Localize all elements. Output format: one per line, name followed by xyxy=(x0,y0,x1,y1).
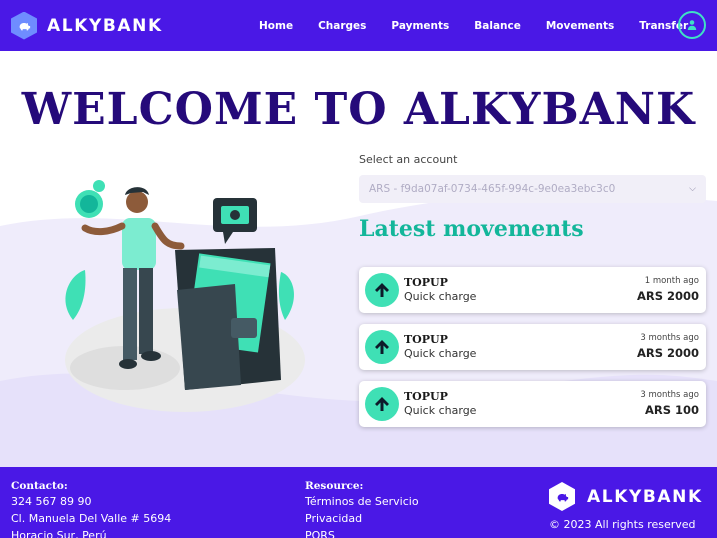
latest-movements-title: Latest movements xyxy=(359,216,584,242)
movement-time: 3 months ago xyxy=(640,390,699,400)
footer-contact: Contacto: 324 567 89 90 Cl. Manuela Del … xyxy=(11,480,171,538)
footer-phone: 324 567 89 90 xyxy=(11,495,92,508)
movement-description: Quick charge xyxy=(404,347,477,360)
arrow-up-icon xyxy=(365,330,399,364)
footer-brand: ALKYBANK xyxy=(549,482,703,511)
nav-links: Home Charges Payments Balance Movements … xyxy=(259,0,713,51)
account-select-label: Select an account xyxy=(359,153,458,166)
footer-brand-name: ALKYBANK xyxy=(587,486,703,507)
account-select-value: ARS - f9da07af-0734-465f-994c-9e0ea3ebc3… xyxy=(369,183,616,195)
movement-card[interactable]: TOPUP Quick charge 3 months ago ARS 100 xyxy=(359,381,706,427)
footer-link-pqrs[interactable]: PQRS xyxy=(305,527,419,538)
footer-resources: Resource: Términos de Servicio Privacida… xyxy=(305,480,419,538)
footer-address: Cl. Manuela Del Valle # 5694 xyxy=(11,512,172,525)
user-avatar-button[interactable] xyxy=(678,11,706,39)
movement-card[interactable]: TOPUP Quick charge 3 months ago ARS 2000 xyxy=(359,324,706,370)
top-navbar: ALKYBANK Home Charges Payments Balance M… xyxy=(0,0,717,51)
footer-resources-heading: Resource: xyxy=(305,480,364,492)
movement-amount: ARS 2000 xyxy=(636,289,699,303)
brand-logo[interactable]: ALKYBANK xyxy=(11,11,163,40)
movement-amount: ARS 100 xyxy=(644,403,699,417)
account-select[interactable]: ARS - f9da07af-0734-465f-994c-9e0ea3ebc3… xyxy=(359,175,706,203)
movement-card[interactable]: TOPUP Quick charge 1 month ago ARS 2000 xyxy=(359,267,706,313)
movement-time: 1 month ago xyxy=(644,276,699,286)
movement-type: TOPUP xyxy=(404,390,448,403)
movement-time: 3 months ago xyxy=(640,333,699,343)
user-icon xyxy=(687,20,697,30)
movement-description: Quick charge xyxy=(404,404,477,417)
piggy-bank-icon xyxy=(11,11,37,40)
wallet-illustration xyxy=(65,180,305,412)
movement-type: TOPUP xyxy=(404,276,448,289)
arrow-up-icon xyxy=(365,273,399,307)
brand-name: ALKYBANK xyxy=(47,15,163,36)
nav-balance[interactable]: Balance xyxy=(474,20,521,32)
nav-charges[interactable]: Charges xyxy=(318,20,366,32)
footer-copyright: © 2023 All rights reserved xyxy=(549,518,696,531)
footer-city: Horacio Sur, Perú xyxy=(11,529,107,538)
movement-description: Quick charge xyxy=(404,290,477,303)
arrow-up-icon xyxy=(365,387,399,421)
footer-link-terms[interactable]: Términos de Servicio xyxy=(305,493,419,510)
page-title: WELCOME TO ALKYBANK xyxy=(21,84,696,135)
footer-contact-heading: Contacto: xyxy=(11,480,68,492)
movement-type: TOPUP xyxy=(404,333,448,346)
footer-link-privacy[interactable]: Privacidad xyxy=(305,510,419,527)
piggy-bank-icon xyxy=(549,482,575,511)
nav-movements[interactable]: Movements xyxy=(546,20,614,32)
movement-amount: ARS 2000 xyxy=(636,346,699,360)
chevron-down-icon: ⌵ xyxy=(689,184,696,194)
nav-home[interactable]: Home xyxy=(259,20,293,32)
nav-payments[interactable]: Payments xyxy=(391,20,449,32)
footer: Contacto: 324 567 89 90 Cl. Manuela Del … xyxy=(0,467,717,538)
